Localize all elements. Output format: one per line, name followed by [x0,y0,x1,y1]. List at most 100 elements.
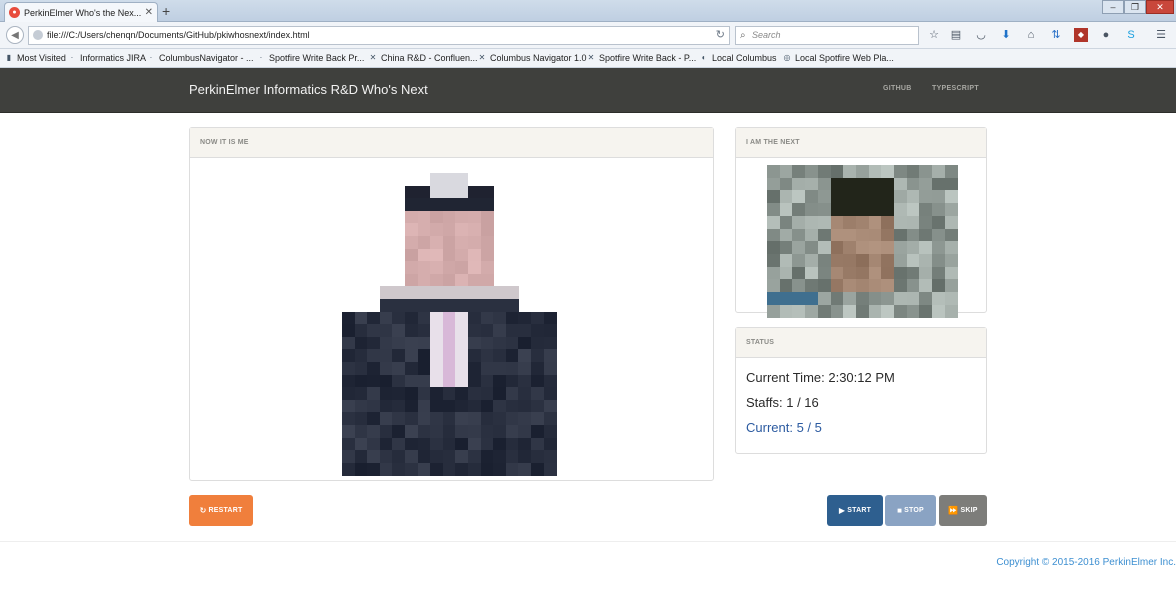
photo-pixel [856,190,869,203]
bookmark-item[interactable]: · Spotfire Write Back Pr... [256,53,365,63]
photo-pixel [468,299,481,312]
photo-pixel [805,292,818,305]
photo-pixel [843,254,856,267]
photo-pixel [392,362,405,375]
bookmark-item[interactable]: · Informatics JIRA [67,53,146,63]
reload-icon[interactable]: ↻ [716,27,725,44]
bookmark-label: Local Columbus [712,53,777,63]
photo-pixel [342,349,355,362]
photo-pixel [430,362,443,375]
page-icon: · [70,53,74,62]
photo-pixel [367,362,380,375]
bookmark-item[interactable]: ◎ Local Spotfire Web Pla... [782,53,894,63]
fast-forward-icon: ⏩ [948,506,959,515]
photo-pixel [430,463,443,476]
photo-pixel [805,203,818,216]
bookmark-item[interactable]: ◐ Local Columbus [699,53,777,63]
photo-pixel [894,305,907,318]
address-bar[interactable]: file:///C:/Users/chenqn/Documents/GitHub… [28,26,730,45]
menu-icon[interactable]: ☰ [1154,28,1168,42]
photo-pixel [919,216,932,229]
back-arrow-icon[interactable]: ◀ [6,26,24,44]
bookmark-star-icon[interactable]: ☆ [927,28,941,42]
sync-icon[interactable]: ⇅ [1049,28,1063,42]
photo-pixel [544,349,557,362]
photo-pixel [405,362,418,375]
tab-title: PerkinElmer Who's the Nex... [24,7,142,18]
photo-pixel [392,299,405,312]
photo-pixel [531,324,544,337]
photo-pixel [468,362,481,375]
start-button[interactable]: ▶ START [827,495,883,526]
reading-list-icon[interactable]: ▤ [949,28,963,42]
photo-pixel [932,305,945,318]
photo-pixel [945,254,958,267]
bookmark-item[interactable]: ▮ Most Visited [4,53,66,63]
nav-link-typescript[interactable]: TYPESCRIPT [932,85,979,92]
photo-pixel [342,362,355,375]
photo-pixel [792,254,805,267]
minimize-icon[interactable]: – [1102,0,1124,14]
photo-pixel [818,254,831,267]
confluence-icon: ✕ [587,53,595,62]
photo-pixel [405,223,418,236]
photo-pixel [919,305,932,318]
download-icon[interactable]: ⬇ [999,28,1013,42]
restart-button[interactable]: ↻ RESTART [189,495,253,526]
window-close-icon[interactable]: ✕ [1146,0,1174,14]
browser-toolbar: ◀ file:///C:/Users/chenqn/Documents/GitH… [0,22,1176,49]
bookmark-item[interactable]: ✕ Spotfire Write Back - P... [586,53,697,63]
refresh-icon: ↻ [199,506,207,515]
addon-icon[interactable]: ◆ [1074,28,1088,42]
skip-label: SKIP [960,507,978,514]
folder-icon: ▮ [6,53,12,62]
bookmark-item[interactable]: · ColumbusNavigator - ... [146,53,254,63]
chat-icon[interactable]: ● [1099,28,1113,42]
photo-pixel [468,387,481,400]
photo-pixel [468,236,481,249]
photo-pixel [919,203,932,216]
bookmark-label: ColumbusNavigator - ... [159,53,254,63]
photo-pixel [856,254,869,267]
confluence-icon: ✕ [369,53,377,62]
photo-pixel [544,412,557,425]
photo-pixel [805,241,818,254]
search-input[interactable]: ⌕ Search [735,26,919,45]
bookmark-item[interactable]: ✕ China R&D - Confluen... [368,53,478,63]
photo-pixel [455,299,468,312]
photo-pixel [405,412,418,425]
pocket-icon[interactable]: ◡ [974,28,988,42]
new-tab-icon[interactable]: + [162,3,170,19]
current-progress-text: Current: 5 / 5 [746,420,822,435]
nav-link-github[interactable]: GITHUB [883,85,912,92]
photo-pixel [932,216,945,229]
photo-pixel [767,279,780,292]
bookmark-label: Spotfire Write Back Pr... [269,53,365,63]
photo-pixel [945,190,958,203]
skip-button[interactable]: ⏩ SKIP [939,495,987,526]
tab-close-icon[interactable]: ✕ [145,7,153,18]
browser-tab[interactable]: ● PerkinElmer Who's the Nex... ✕ [4,2,158,22]
app-navbar: PerkinElmer Informatics R&D Who's Next G… [0,68,1176,113]
photo-pixel [881,190,894,203]
photo-pixel [805,190,818,203]
photo-pixel [430,286,443,299]
photo-pixel [919,292,932,305]
bookmark-item[interactable]: ✕ Columbus Navigator 1.0 [477,53,587,63]
skype-icon[interactable]: S [1124,28,1138,42]
browser-tab-strip: ● PerkinElmer Who's the Nex... ✕ + – ❐ ✕ [0,0,1176,22]
home-icon[interactable]: ⌂ [1024,28,1038,42]
panel-heading: STATUS [736,328,986,358]
photo-pixel [405,387,418,400]
globe-icon: ◐ [701,53,707,62]
app-brand[interactable]: PerkinElmer Informatics R&D Who's Next [189,82,428,97]
bookmark-label: Informatics JIRA [80,53,147,63]
stop-button[interactable]: ■ STOP [885,495,936,526]
photo-pixel [531,387,544,400]
photo-pixel [430,198,443,211]
photo-pixel [767,203,780,216]
maximize-icon[interactable]: ❐ [1124,0,1146,14]
photo-pixel [455,425,468,438]
site-info-icon[interactable] [33,30,43,40]
photo-pixel [818,203,831,216]
